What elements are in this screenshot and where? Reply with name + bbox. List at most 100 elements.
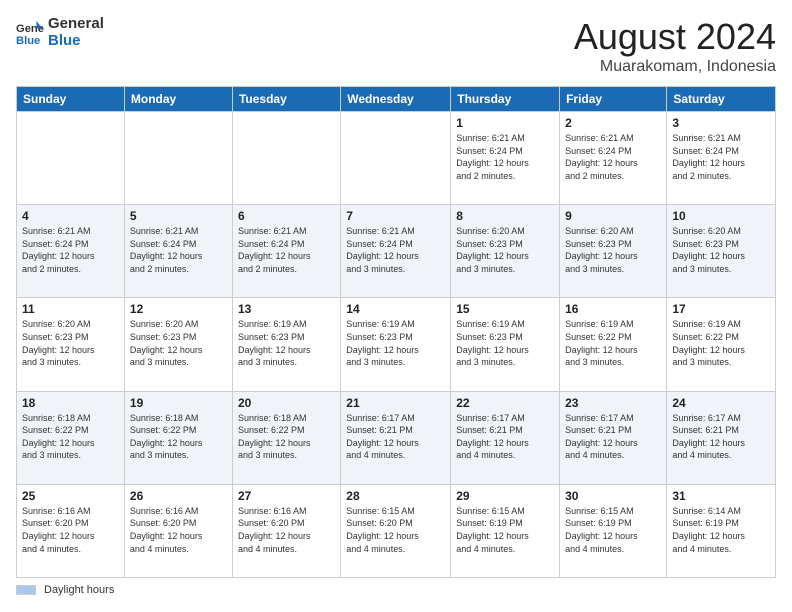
calendar-cell: 16Sunrise: 6:19 AMSunset: 6:22 PMDayligh… xyxy=(560,298,667,391)
month-title: August 2024 xyxy=(574,16,776,58)
calendar-cell: 8 Sunrise: 6:20 AMSunset: 6:23 PMDaylight… xyxy=(451,205,560,298)
day-info: Sunrise: 6:20 AMSunset: 6:23 PMDaylight:… xyxy=(130,318,227,368)
day-info: Sunrise: 6:19 AMSunset: 6:23 PMDaylight:… xyxy=(346,318,445,368)
day-number: 12 xyxy=(130,302,227,316)
day-info: Sunrise: 6:16 AMSunset: 6:20 PMDaylight:… xyxy=(238,505,335,555)
day-number: 2 xyxy=(565,116,661,130)
calendar-week-row: 1Sunrise: 6:21 AMSunset: 6:24 PMDaylight… xyxy=(17,112,776,205)
day-number: 7 xyxy=(346,209,445,223)
day-number: 23 xyxy=(565,396,661,410)
day-number: 25 xyxy=(22,489,119,503)
calendar-cell: 13 Sunrise: 6:19 AMSunset: 6:23 PMDayligh… xyxy=(232,298,340,391)
day-number: 5 xyxy=(130,209,227,223)
calendar-cell: 20Sunrise: 6:18 AMSunset: 6:22 PMDayligh… xyxy=(232,391,340,484)
legend-label: Daylight hours xyxy=(44,584,114,596)
logo-blue: Blue xyxy=(48,33,104,50)
day-number: 4 xyxy=(22,209,119,223)
day-info: Sunrise: 6:21 AMSunset: 6:24 PMDaylight:… xyxy=(456,132,554,182)
calendar-cell: 11 Sunrise: 6:20 AMSunset: 6:23 PMDayligh… xyxy=(17,298,125,391)
day-number: 28 xyxy=(346,489,445,503)
day-info: Sunrise: 6:19 AMSunset: 6:23 PMDaylight:… xyxy=(238,318,335,368)
calendar-week-row: 18Sunrise: 6:18 AMSunset: 6:22 PMDayligh… xyxy=(17,391,776,484)
calendar-cell: 25 Sunrise: 6:16 AMSunset: 6:20 PMDayligh… xyxy=(17,484,125,577)
day-number: 13 xyxy=(238,302,335,316)
day-info: Sunrise: 6:15 AMSunset: 6:19 PMDaylight:… xyxy=(565,505,661,555)
day-number: 31 xyxy=(672,489,770,503)
day-info: Sunrise: 6:18 AMSunset: 6:22 PMDaylight:… xyxy=(130,412,227,462)
day-number: 21 xyxy=(346,396,445,410)
day-info: Sunrise: 6:15 AMSunset: 6:20 PMDaylight:… xyxy=(346,505,445,555)
day-number: 9 xyxy=(565,209,661,223)
day-number: 24 xyxy=(672,396,770,410)
calendar-weekday-friday: Friday xyxy=(560,87,667,112)
day-info: Sunrise: 6:21 AMSunset: 6:24 PMDaylight:… xyxy=(346,225,445,275)
logo: General Blue General Blue xyxy=(16,16,104,49)
day-info: Sunrise: 6:17 AMSunset: 6:21 PMDaylight:… xyxy=(565,412,661,462)
calendar-cell: 17 Sunrise: 6:19 AMSunset: 6:22 PMDayligh… xyxy=(667,298,776,391)
day-info: Sunrise: 6:20 AMSunset: 6:23 PMDaylight:… xyxy=(22,318,119,368)
calendar-weekday-sunday: Sunday xyxy=(17,87,125,112)
calendar-cell: 5 Sunrise: 6:21 AMSunset: 6:24 PMDaylight… xyxy=(124,205,232,298)
day-number: 6 xyxy=(238,209,335,223)
calendar-cell: 21Sunrise: 6:17 AMSunset: 6:21 PMDayligh… xyxy=(341,391,451,484)
calendar-cell: 23 Sunrise: 6:17 AMSunset: 6:21 PMDayligh… xyxy=(560,391,667,484)
calendar-cell: 9 Sunrise: 6:20 AMSunset: 6:23 PMDaylight… xyxy=(560,205,667,298)
day-number: 17 xyxy=(672,302,770,316)
calendar-week-row: 25 Sunrise: 6:16 AMSunset: 6:20 PMDayligh… xyxy=(17,484,776,577)
day-number: 16 xyxy=(565,302,661,316)
calendar-week-row: 11 Sunrise: 6:20 AMSunset: 6:23 PMDayligh… xyxy=(17,298,776,391)
calendar-cell: 19 Sunrise: 6:18 AMSunset: 6:22 PMDayligh… xyxy=(124,391,232,484)
svg-text:Blue: Blue xyxy=(16,35,40,47)
day-info: Sunrise: 6:19 AMSunset: 6:23 PMDaylight:… xyxy=(456,318,554,368)
calendar-cell: 15Sunrise: 6:19 AMSunset: 6:23 PMDayligh… xyxy=(451,298,560,391)
calendar-table: SundayMondayTuesdayWednesdayThursdayFrid… xyxy=(16,86,776,578)
calendar-cell: 18Sunrise: 6:18 AMSunset: 6:22 PMDayligh… xyxy=(17,391,125,484)
day-number: 8 xyxy=(456,209,554,223)
calendar-cell: 26 Sunrise: 6:16 AMSunset: 6:20 PMDayligh… xyxy=(124,484,232,577)
calendar-cell: 4Sunrise: 6:21 AMSunset: 6:24 PMDaylight… xyxy=(17,205,125,298)
calendar-cell: 7 Sunrise: 6:21 AMSunset: 6:24 PMDaylight… xyxy=(341,205,451,298)
calendar-cell: 31 Sunrise: 6:14 AMSunset: 6:19 PMDayligh… xyxy=(667,484,776,577)
day-info: Sunrise: 6:20 AMSunset: 6:23 PMDaylight:… xyxy=(565,225,661,275)
calendar-cell xyxy=(232,112,340,205)
title-block: August 2024 Muarakomam, Indonesia xyxy=(574,16,776,76)
logo-icon: General Blue xyxy=(16,19,44,47)
calendar-cell: 2 Sunrise: 6:21 AMSunset: 6:24 PMDaylight… xyxy=(560,112,667,205)
calendar-cell: 27 Sunrise: 6:16 AMSunset: 6:20 PMDayligh… xyxy=(232,484,340,577)
day-info: Sunrise: 6:14 AMSunset: 6:19 PMDaylight:… xyxy=(672,505,770,555)
calendar-cell: 6 Sunrise: 6:21 AMSunset: 6:24 PMDaylight… xyxy=(232,205,340,298)
day-info: Sunrise: 6:18 AMSunset: 6:22 PMDaylight:… xyxy=(22,412,119,462)
day-info: Sunrise: 6:21 AMSunset: 6:24 PMDaylight:… xyxy=(565,132,661,182)
calendar-cell: 1Sunrise: 6:21 AMSunset: 6:24 PMDaylight… xyxy=(451,112,560,205)
calendar-cell: 28 Sunrise: 6:15 AMSunset: 6:20 PMDayligh… xyxy=(341,484,451,577)
calendar-week-row: 4 Sunrise: 6:21 AMSunset: 6:24 PMDaylight… xyxy=(17,205,776,298)
day-info: Sunrise: 6:17 AMSunset: 6:21 PMDaylight:… xyxy=(456,412,554,462)
day-info: Sunrise: 6:17 AMSunset: 6:21 PMDaylight:… xyxy=(672,412,770,462)
day-info: Sunrise: 6:21 AMSunset: 6:24 PMDaylight:… xyxy=(238,225,335,275)
day-number: 26 xyxy=(130,489,227,503)
calendar-cell: 12 Sunrise: 6:20 AMSunset: 6:23 PMDayligh… xyxy=(124,298,232,391)
calendar-weekday-monday: Monday xyxy=(124,87,232,112)
legend-color-box xyxy=(16,585,36,595)
day-number: 30 xyxy=(565,489,661,503)
calendar-header-row: SundayMondayTuesdayWednesdayThursdayFrid… xyxy=(17,87,776,112)
calendar-weekday-tuesday: Tuesday xyxy=(232,87,340,112)
day-number: 11 xyxy=(22,302,119,316)
calendar-cell xyxy=(17,112,125,205)
day-number: 27 xyxy=(238,489,335,503)
calendar-cell: 3Sunrise: 6:21 AMSunset: 6:24 PMDaylight… xyxy=(667,112,776,205)
day-info: Sunrise: 6:21 AMSunset: 6:24 PMDaylight:… xyxy=(130,225,227,275)
day-number: 22 xyxy=(456,396,554,410)
header: General Blue General Blue August 2024 Mu… xyxy=(16,16,776,76)
day-number: 19 xyxy=(130,396,227,410)
svg-text:General: General xyxy=(16,23,44,35)
logo-general: General xyxy=(48,16,104,33)
day-info: Sunrise: 6:20 AMSunset: 6:23 PMDaylight:… xyxy=(456,225,554,275)
location-subtitle: Muarakomam, Indonesia xyxy=(574,58,776,76)
day-info: Sunrise: 6:16 AMSunset: 6:20 PMDaylight:… xyxy=(22,505,119,555)
day-info: Sunrise: 6:19 AMSunset: 6:22 PMDaylight:… xyxy=(672,318,770,368)
day-info: Sunrise: 6:16 AMSunset: 6:20 PMDaylight:… xyxy=(130,505,227,555)
day-number: 20 xyxy=(238,396,335,410)
day-number: 29 xyxy=(456,489,554,503)
day-number: 10 xyxy=(672,209,770,223)
